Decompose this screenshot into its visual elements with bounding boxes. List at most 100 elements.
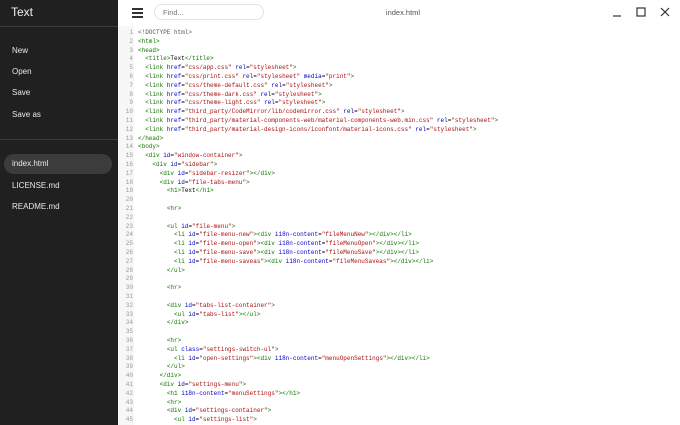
line-number: 33 [125, 310, 133, 318]
line-number: 32 [125, 301, 133, 309]
line-code: <div id="file-tabs-menu"> [159, 178, 250, 186]
line-code: <div id="settings-container"> [166, 407, 272, 415]
line-code: <!DOCTYPE html> [138, 29, 193, 36]
line-code: <hr> [166, 398, 182, 406]
line-number: 45 [125, 416, 133, 424]
line-code: </head> [138, 134, 164, 142]
code-line: 8 <link href="css/theme-dark.css" rel="s… [118, 91, 678, 100]
line-code: <link href="css/theme-default.css" rel="… [145, 81, 333, 89]
code-line: 43 <hr> [118, 399, 678, 408]
code-line: 29 [118, 275, 678, 284]
menu-open[interactable]: Open [12, 67, 32, 76]
line-number: 34 [125, 319, 133, 327]
line-number: 17 [125, 169, 133, 177]
line-number: 29 [125, 275, 133, 283]
document-title: index.html [385, 8, 421, 17]
line-code: <div id="sidebar-resizer"></div> [159, 169, 275, 177]
line-number: 18 [125, 178, 133, 186]
code-line: 15 <div id="window-container"> [118, 152, 678, 161]
line-code: <link href="third_party/CodeMirror/lib/c… [145, 108, 405, 116]
line-number: 42 [125, 389, 133, 397]
code-line: 28 </ul> [118, 267, 678, 276]
line-number: 35 [125, 328, 133, 336]
line-number: 2 [129, 37, 133, 45]
sidebar-divider [0, 139, 118, 140]
code-line: 9 <link href="css/theme-light.css" rel="… [118, 99, 678, 108]
line-number: 1 [129, 29, 133, 36]
code-line: 10 <link href="third_party/CodeMirror/li… [118, 108, 678, 117]
line-number: 37 [125, 345, 133, 353]
line-code: </ul> [166, 363, 185, 371]
file-tab-readme-md[interactable]: README.md [4, 197, 112, 217]
code-line: 39 </ul> [118, 363, 678, 372]
line-number: 20 [125, 196, 133, 204]
hamburger-icon[interactable] [132, 8, 143, 18]
line-code: </ul> [166, 266, 185, 274]
line-number: 24 [125, 231, 133, 239]
menu-save[interactable]: Save [12, 88, 30, 97]
line-code: <li id="file-menu-open"><div i18n-conten… [174, 240, 419, 248]
code-line: 14 <body> [118, 143, 678, 152]
code-editor[interactable]: 1 <!DOCTYPE html> 2 <html> 3 <head> 4 <title>T… [118, 26, 680, 425]
menu-save-as[interactable]: Save as [12, 110, 41, 119]
line-number: 16 [125, 161, 133, 168]
code-line: 38 <li id="open-settings"><div i18n-cont… [118, 355, 678, 364]
code-line: 19 <h1>Text</h1> [118, 187, 678, 196]
menu-new[interactable]: New [12, 46, 28, 55]
code-line: 30 <hr> [118, 284, 678, 293]
line-number: 12 [125, 125, 133, 133]
line-code: <ul id="tabs-list"></ul> [174, 310, 261, 318]
code-line: 35 [118, 328, 678, 337]
code-line: 16 <div id="sidebar"> [118, 161, 678, 170]
code-line: 34 </div> [118, 319, 678, 328]
code-line: 23 <ul id="file-menu"> [118, 223, 678, 232]
line-code: <body> [138, 143, 160, 151]
file-tab-license-md[interactable]: LICENSE.md [4, 176, 112, 196]
search-input[interactable] [154, 4, 264, 20]
line-number: 15 [125, 152, 133, 160]
minimize-icon[interactable] [608, 3, 626, 21]
line-code: <title>Text</title> [145, 55, 214, 63]
line-number: 39 [125, 363, 133, 371]
line-code: <link href="third_party/material-compone… [145, 117, 499, 124]
line-code: </div> [159, 372, 182, 380]
code-line: 22 [118, 214, 678, 223]
line-number: 31 [125, 293, 133, 300]
code-line: 40 </div> [118, 372, 678, 381]
line-number: 10 [125, 108, 133, 116]
code-line: 25 <li id="file-menu-open"><div i18n-con… [118, 240, 678, 249]
line-number: 7 [129, 81, 133, 89]
code-line: 18 <div id="file-tabs-menu"> [118, 179, 678, 188]
line-code: <html> [138, 37, 160, 45]
line-code: <ul id="settings-list"> [174, 416, 257, 424]
sidebar: Text New Open Save Save as index.html LI… [0, 0, 118, 425]
line-number: 23 [125, 222, 133, 230]
line-number: 40 [125, 372, 133, 380]
file-tab-index-html[interactable]: index.html [4, 154, 112, 174]
code-line: 6 <link href="css/print.css" rel="styles… [118, 73, 678, 82]
line-code: <hr> [166, 337, 182, 344]
line-number: 6 [129, 73, 133, 80]
close-icon[interactable] [656, 3, 674, 21]
line-number: 26 [125, 249, 133, 256]
line-code: <div id="sidebar"> [152, 161, 218, 168]
line-code: <link href="css/print.css" rel="styleshe… [145, 73, 355, 80]
top-bar: index.html [118, 0, 680, 26]
line-number: 25 [125, 240, 133, 248]
code-line: 24 <li id="file-menu-new"><div i18n-cont… [118, 231, 678, 240]
code-line: 2 <html> [118, 38, 678, 47]
line-code: <li id="file-menu-saveas"><div i18n-cont… [174, 257, 434, 265]
code-line: 31 [118, 293, 678, 302]
code-line: 12 <link href="third_party/material-desi… [118, 126, 678, 135]
line-code: <link href="css/theme-light.css" rel="st… [145, 99, 326, 107]
code-line: 33 <ul id="tabs-list"></ul> [118, 311, 678, 320]
code-line: 4 <title>Text</title> [118, 55, 678, 64]
line-code: <h1 i18n-content="menuSettings"></h1> [166, 389, 301, 397]
maximize-icon[interactable] [632, 3, 650, 21]
line-code: <li id="file-menu-new"><div i18n-content… [174, 231, 412, 239]
code-line: 21 <hr> [118, 205, 678, 214]
code-line: 44 <div id="settings-container"> [118, 407, 678, 416]
line-number: 14 [125, 143, 133, 151]
code-line: 42 <h1 i18n-content="menuSettings"></h1> [118, 390, 678, 399]
code-line: 41 <div id="settings-menu"> [118, 381, 678, 390]
